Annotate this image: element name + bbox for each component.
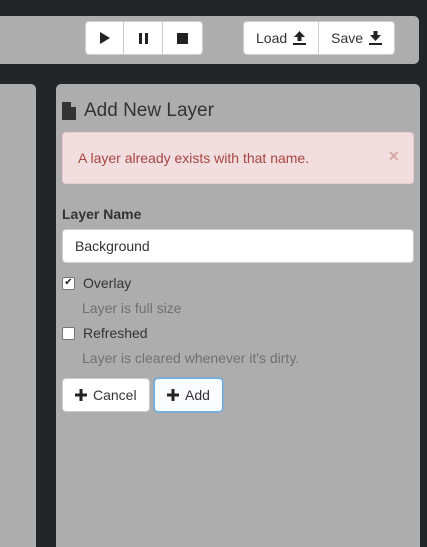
panel-title-text: Add New Layer [84,100,214,121]
load-button[interactable]: Load [243,21,320,55]
file-controls: Load Save [243,21,396,55]
refreshed-checkbox[interactable] [62,326,75,340]
overlay-checkbox-row[interactable]: ✔ Overlay [62,275,131,291]
add-label: Add [185,387,210,403]
file-icon [62,102,76,120]
stop-icon [177,32,188,44]
transport-controls [85,21,203,55]
play-button[interactable] [85,21,124,55]
refreshed-label: Refreshed [83,325,148,341]
cancel-button[interactable]: Cancel [62,378,150,412]
overlay-label: Overlay [83,275,132,291]
stop-button[interactable] [163,21,203,55]
layer-name-label: Layer Name [62,206,142,222]
download-icon [369,31,383,45]
panel-title: Add New Layer [62,100,214,122]
pause-button[interactable] [124,21,163,55]
overlay-checkbox[interactable]: ✔ [62,276,75,290]
play-icon [99,32,110,44]
add-layer-panel: Add New Layer A layer already exists wit… [56,84,420,547]
left-panel [0,84,36,547]
close-icon[interactable]: × [388,146,399,167]
refreshed-checkbox-row[interactable]: Refreshed [62,325,148,341]
save-label: Save [331,30,364,46]
pause-icon [138,32,148,44]
refreshed-help-text: Layer is cleared whenever it's dirty. [82,350,300,366]
plus-icon [167,389,179,401]
plus-icon [75,389,87,401]
alert-message: A layer already exists with that name. [78,150,310,166]
add-button[interactable]: Add [154,378,223,412]
cancel-label: Cancel [93,387,137,403]
save-button[interactable]: Save [319,21,396,55]
error-alert: A layer already exists with that name. × [62,132,414,184]
upload-icon [293,31,307,45]
top-toolbar: Load Save [0,16,419,64]
load-label: Load [256,30,288,46]
layer-name-input[interactable] [62,229,414,263]
overlay-help-text: Layer is full size [82,300,182,316]
